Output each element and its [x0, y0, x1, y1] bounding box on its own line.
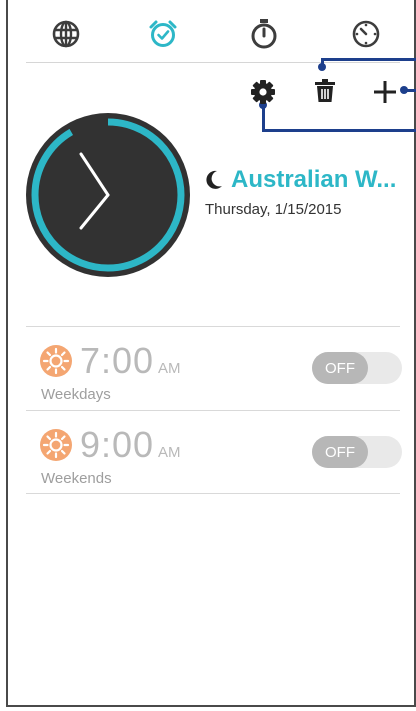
alarm-time: 7:00: [80, 340, 155, 381]
alarm-time: 9:00: [80, 424, 155, 465]
alarm-repeat-label: Weekends: [41, 470, 112, 487]
tab-bar: [0, 0, 416, 62]
plus-icon: [374, 81, 396, 103]
trash-icon: [315, 79, 335, 102]
alarm-toggle[interactable]: OFF: [312, 352, 402, 384]
tab-divider: [26, 62, 400, 63]
moon-icon: [205, 170, 223, 190]
gear-icon: [251, 80, 275, 104]
city-name[interactable]: Australian W...: [205, 166, 396, 194]
alarm-toggle[interactable]: OFF: [312, 436, 402, 468]
alarm-item[interactable]: 7:00 AM Weekdays OFF: [26, 328, 402, 410]
timer-icon: [352, 20, 380, 48]
delete-button[interactable]: [311, 77, 339, 105]
city-label: Australian W...: [231, 166, 397, 193]
tab-world-clock[interactable]: [42, 10, 90, 58]
tab-timer[interactable]: [342, 10, 390, 58]
toggle-state: OFF: [312, 436, 368, 468]
add-alarm-button[interactable]: [370, 77, 400, 107]
sun-icon: [39, 344, 73, 383]
alarm-repeat-label: Weekdays: [41, 386, 111, 403]
globe-icon: [52, 20, 80, 48]
stopwatch-icon: [251, 19, 277, 49]
tab-alarm[interactable]: [139, 10, 187, 58]
sun-icon: [39, 428, 73, 467]
tab-stopwatch[interactable]: [240, 10, 288, 58]
list-divider: [26, 493, 400, 494]
alarm-ampm: AM: [158, 360, 181, 377]
alarm-ampm: AM: [158, 444, 181, 461]
alarm-item[interactable]: 9:00 AM Weekends OFF: [26, 412, 402, 494]
toggle-state: OFF: [312, 352, 368, 384]
date-label: Thursday, 1/15/2015: [205, 201, 342, 218]
analog-clock: [24, 111, 192, 279]
list-divider: [26, 410, 400, 411]
settings-button[interactable]: [249, 78, 277, 106]
alarm-clock-icon: [149, 20, 177, 47]
list-divider: [26, 326, 400, 327]
